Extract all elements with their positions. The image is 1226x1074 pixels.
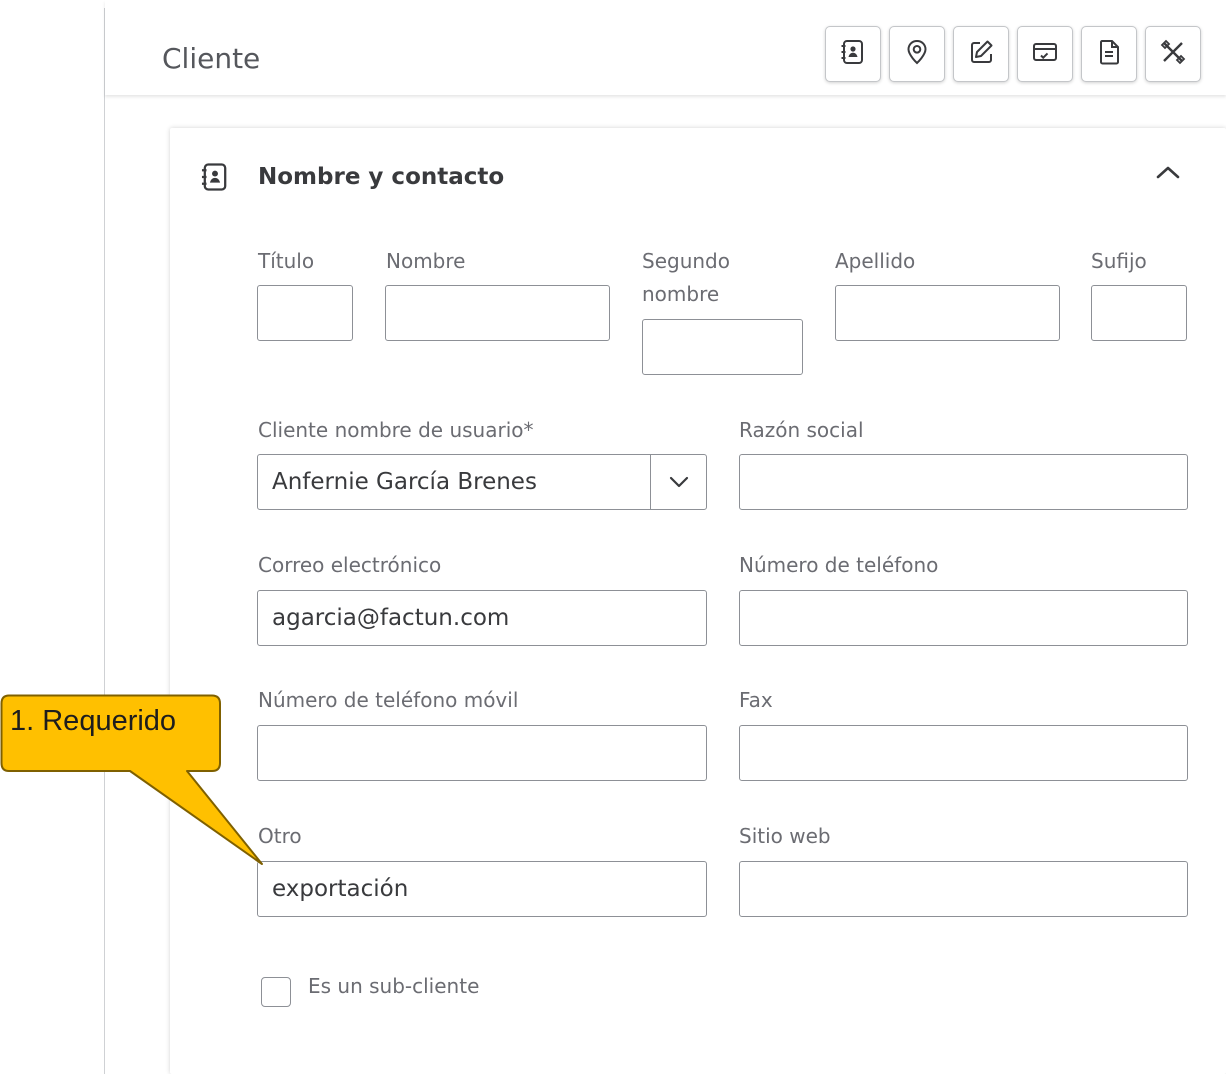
suffix-input[interactable] [1091, 285, 1187, 341]
location-pin-icon [902, 37, 932, 71]
tools-icon [1158, 37, 1188, 71]
left-divider [104, 8, 105, 1074]
last-name-input[interactable] [835, 285, 1060, 341]
first-name-label: Nombre [386, 249, 466, 273]
phone-input[interactable] [739, 590, 1188, 646]
display-name-label: Cliente nombre de usuario* [258, 418, 534, 442]
contact-button[interactable] [825, 26, 881, 82]
website-label: Sitio web [739, 824, 831, 848]
other-input[interactable]: exportación [257, 861, 707, 917]
company-name-input[interactable] [739, 454, 1188, 510]
website-input[interactable] [739, 861, 1188, 917]
settings-button[interactable] [1145, 26, 1201, 82]
first-name-input[interactable] [385, 285, 610, 341]
subcustomer-checkbox[interactable] [261, 977, 291, 1007]
middle-name-input[interactable] [642, 319, 803, 375]
suffix-label: Sufijo [1091, 249, 1147, 273]
callout-label: 1. Requerido [10, 705, 177, 737]
document-icon [1094, 37, 1124, 71]
company-name-label: Razón social [739, 418, 864, 442]
section-title: Nombre y contacto [258, 164, 505, 190]
subcustomer-label: Es un sub-cliente [308, 974, 480, 998]
chevron-up-icon[interactable] [1152, 158, 1184, 190]
phone-label: Número de teléfono [739, 553, 939, 577]
display-name-value: Anfernie García Brenes [272, 469, 537, 495]
title-label: Título [258, 249, 315, 273]
display-name-select[interactable]: Anfernie García Brenes [257, 454, 707, 510]
contact-book-icon [838, 37, 868, 71]
notes-button[interactable] [953, 26, 1009, 82]
header-toolbar [825, 26, 1201, 82]
dropdown-toggle[interactable] [650, 455, 706, 509]
page-header: Cliente [105, 0, 1226, 95]
mobile-input[interactable] [257, 725, 707, 781]
attachments-button[interactable] [1081, 26, 1137, 82]
name-contact-card: Nombre y contacto Título Nombre Segundo … [170, 128, 1226, 1074]
contact-book-icon [198, 160, 232, 198]
address-button[interactable] [889, 26, 945, 82]
email-field[interactable]: agarcia@factun.com [257, 590, 707, 646]
last-name-label: Apellido [835, 249, 916, 273]
middle-name-label-line2: nombre [642, 282, 720, 306]
chevron-down-icon [668, 455, 690, 509]
email-label: Correo electrónico [258, 553, 442, 577]
edit-note-icon [966, 37, 996, 71]
middle-name-label-line1: Segundo [642, 249, 730, 273]
payments-button[interactable] [1017, 26, 1073, 82]
payments-icon [1030, 37, 1060, 71]
title-input[interactable] [257, 285, 353, 341]
page-title: Cliente [162, 42, 261, 75]
fax-label: Fax [739, 688, 773, 712]
fax-input[interactable] [739, 725, 1188, 781]
